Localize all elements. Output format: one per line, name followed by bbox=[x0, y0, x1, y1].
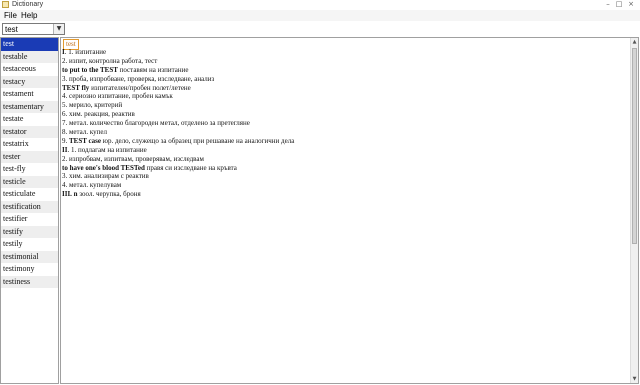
word-list-item[interactable]: testimony bbox=[1, 263, 58, 276]
word-list-item[interactable]: testily bbox=[1, 238, 58, 251]
definition-line: 9. TEST case юр. дело, служещо за образе… bbox=[62, 137, 628, 146]
definition-segment: 4. сериозно изпитание, пробен камък bbox=[62, 92, 173, 101]
word-list-item[interactable]: testacy bbox=[1, 75, 58, 88]
word-list-item[interactable]: testification bbox=[1, 200, 58, 213]
definition-segment: 3. хим. анализирам с реактив bbox=[62, 172, 149, 181]
definition-line: 3. хим. анализирам с реактив bbox=[62, 172, 628, 181]
definition-term: to put to the TEST bbox=[62, 65, 118, 74]
definition-segment: изпитателен/пробен полет/летене bbox=[89, 83, 191, 92]
word-list-item[interactable]: testamentary bbox=[1, 100, 58, 113]
word-list-item[interactable]: testaceous bbox=[1, 63, 58, 76]
menu-bar: File Help bbox=[0, 10, 640, 21]
word-list-item[interactable]: testiness bbox=[1, 275, 58, 288]
word-list-item[interactable]: testifier bbox=[1, 213, 58, 226]
definition-segment: 2. изпробвам, изпитвам, проверявам, изсл… bbox=[62, 154, 204, 163]
definition-segment: 3. проба, изпробване, проверка, изследва… bbox=[62, 74, 215, 83]
definition-text: I. 1. изпитание 2. изпит, контролна работ… bbox=[62, 48, 628, 199]
definition-segment: 7. метал. количество благороден метал, о… bbox=[62, 119, 250, 128]
definition-segment: поставям на изпитание bbox=[117, 65, 189, 74]
definition-line: 2. изпит, контролна работа, тест bbox=[62, 57, 628, 66]
dictionary-app-icon bbox=[2, 1, 9, 8]
definition-line: TEST fly изпитателен/пробен полет/летене bbox=[62, 84, 628, 93]
definition-segment: . 1. изпитание bbox=[64, 48, 107, 56]
word-list-item[interactable]: testatrix bbox=[1, 138, 58, 151]
word-list-item[interactable]: testimonial bbox=[1, 250, 58, 263]
definition-segment: юр. дело, служещо за образец при решаван… bbox=[100, 136, 295, 145]
definition-line: to have one's blood TESTed правя си изсл… bbox=[62, 164, 628, 173]
definition-term: TEST case bbox=[69, 136, 101, 145]
maximize-button[interactable]: □ bbox=[614, 0, 624, 9]
definition-line: 3. проба, изпробване, проверка, изследва… bbox=[62, 75, 628, 84]
word-list-item[interactable]: testator bbox=[1, 125, 58, 138]
definition-panel: test I. 1. изпитание 2. изпит, контролна … bbox=[60, 37, 639, 384]
word-list[interactable]: test testable testaceous testacy testament te… bbox=[0, 37, 59, 384]
definition-line: 4. метал. купелувам bbox=[62, 181, 628, 190]
definition-line: 2. изпробвам, изпитвам, проверявам, изсл… bbox=[62, 155, 628, 164]
definition-segment: 9. bbox=[62, 136, 69, 145]
menu-file[interactable]: File bbox=[4, 10, 17, 21]
word-list-item[interactable]: test bbox=[1, 38, 58, 51]
word-list-item[interactable]: testate bbox=[1, 113, 58, 126]
minimize-button[interactable]: – bbox=[603, 0, 613, 9]
title-bar: Dictionary – □ × bbox=[0, 0, 640, 10]
search-input[interactable] bbox=[3, 24, 57, 34]
definition-segment: 4. метал. купелувам bbox=[62, 181, 122, 190]
definition-line: to put to the TEST поставям на изпитание bbox=[62, 66, 628, 75]
word-list-item[interactable]: testify bbox=[1, 225, 58, 238]
chevron-down-icon[interactable]: ▼ bbox=[53, 24, 64, 34]
scroll-up-icon[interactable]: ▲ bbox=[631, 38, 638, 46]
definition-line: 5. мерило, критерий bbox=[62, 101, 628, 110]
scroll-down-icon[interactable]: ▼ bbox=[631, 375, 638, 383]
definition-line: III. n зоол. черупка, броня bbox=[62, 190, 628, 199]
word-list-item[interactable]: testiculate bbox=[1, 188, 58, 201]
definition-segment: правя си изследване на кръвта bbox=[144, 163, 237, 172]
definition-segment: 6. хим. реакция, реактив bbox=[62, 110, 135, 119]
scrollbar-thumb[interactable] bbox=[632, 48, 637, 244]
definition-line: II. 1. подлагам на изпитание bbox=[62, 146, 628, 155]
menu-help[interactable]: Help bbox=[21, 10, 37, 21]
definition-line: I. 1. изпитание bbox=[62, 48, 628, 57]
definition-term: to have one's blood TESTed bbox=[62, 163, 145, 172]
close-button[interactable]: × bbox=[626, 0, 636, 9]
definition-term: TEST fly bbox=[62, 83, 90, 92]
definition-segment: . 1. подлагам на изпитание bbox=[67, 145, 147, 154]
definition-line: 8. метал. купел bbox=[62, 128, 628, 137]
word-list-item[interactable]: tester bbox=[1, 150, 58, 163]
definition-scrollbar[interactable]: ▲ ▼ bbox=[630, 38, 638, 383]
word-list-item[interactable]: test-fly bbox=[1, 163, 58, 176]
window-title: Dictionary bbox=[12, 1, 44, 8]
definition-segment: 5. мерило, критерий bbox=[62, 101, 123, 110]
definition-segment: 8. метал. купел bbox=[62, 128, 107, 137]
search-combobox[interactable]: ▼ bbox=[2, 23, 65, 35]
word-list-item[interactable]: testament bbox=[1, 88, 58, 101]
definition-segment: 2. изпит, контролна работа, тест bbox=[62, 56, 158, 65]
definition-line: 7. метал. количество благороден метал, о… bbox=[62, 119, 628, 128]
definition-term: III. n bbox=[62, 190, 78, 199]
definition-line: 4. сериозно изпитание, пробен камък bbox=[62, 92, 628, 101]
word-list-item[interactable]: testicle bbox=[1, 175, 58, 188]
word-list-item[interactable]: testable bbox=[1, 50, 58, 63]
definition-segment: зоол. черупка, броня bbox=[77, 190, 141, 199]
definition-line: 6. хим. реакция, реактив bbox=[62, 110, 628, 119]
